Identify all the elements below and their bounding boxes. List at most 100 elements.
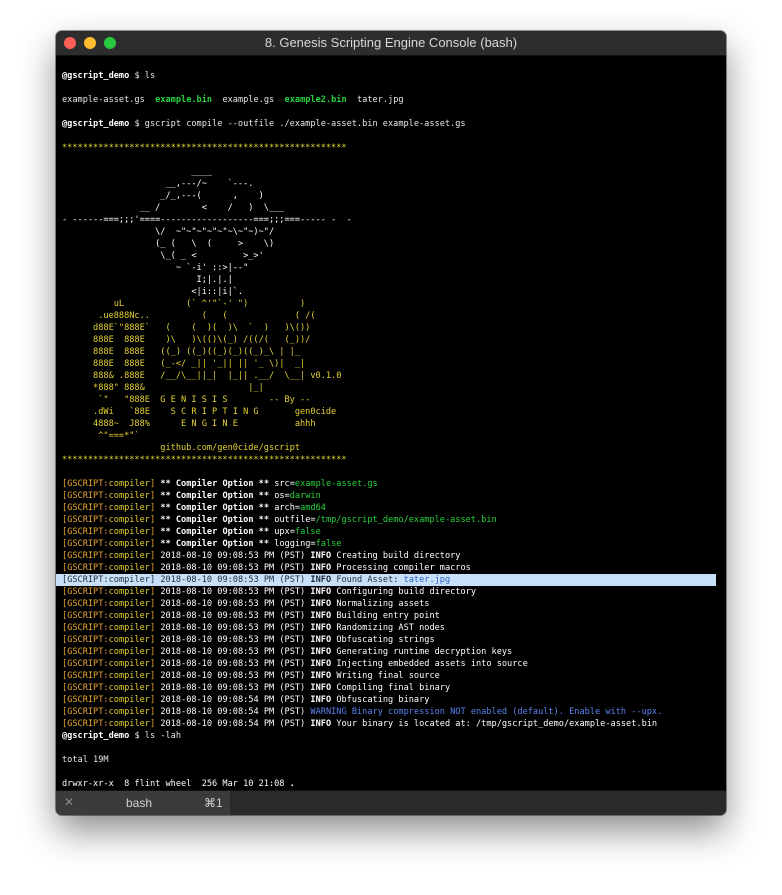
option-value: amd64	[300, 503, 326, 513]
file-meta: drwxr-xr-x 8 flint wheel 256 Mar 10 21:0…	[62, 779, 290, 789]
log-level: INFO	[310, 719, 332, 729]
log-subtag: compiler	[108, 623, 150, 633]
ascii-art-line: \_( _ < >_>'	[62, 251, 264, 261]
log-timestamp: 2018-08-10 09:08:54 PM (PST)	[160, 719, 306, 729]
log-line: [GSCRIPT:compiler] 2018-08-10 09:08:53 P…	[62, 635, 435, 645]
log-tag: GSCRIPT	[67, 599, 104, 609]
close-tab-icon[interactable]: ✕	[64, 795, 74, 809]
log-timestamp: 2018-08-10 09:08:53 PM (PST)	[160, 659, 306, 669]
log-tag: GSCRIPT	[67, 575, 104, 585]
log-level: INFO	[310, 695, 332, 705]
compiler-option-line: [GSCRIPT:compiler] ** Compiler Option **…	[62, 539, 342, 549]
compiler-option-line: [GSCRIPT:compiler] ** Compiler Option **…	[62, 479, 378, 489]
log-line: [GSCRIPT:compiler] 2018-08-10 09:08:53 P…	[62, 623, 445, 633]
option-key: upx=	[274, 527, 295, 537]
ascii-art-line: 888& .888E /__/\__||_| |_|| .__/ \__| v0…	[62, 371, 342, 381]
ascii-art-line: __,---/~ `---.	[62, 179, 254, 189]
ascii-art-line: github.com/gen0cide/gscript	[62, 443, 300, 453]
ascii-art-line: ~ `-i' ::>|--"	[62, 263, 249, 273]
log-tag: GSCRIPT	[67, 671, 104, 681]
log-subtag: compiler	[108, 647, 150, 657]
ascii-art-line: 4888~ J88% E N G I N E ahhh	[62, 419, 316, 429]
log-timestamp: 2018-08-10 09:08:53 PM (PST)	[160, 575, 306, 585]
option-key: arch=	[274, 503, 301, 513]
log-message: Your binary is located at: /tmp/gscript_…	[336, 719, 658, 729]
file-row: drwxr-xr-x 8 flint wheel 256 Mar 10 21:0…	[62, 778, 720, 790]
log-message: Obfuscating strings	[336, 635, 435, 645]
log-tag: GSCRIPT	[67, 563, 104, 573]
ascii-art-line: <|i::|i|`.	[62, 287, 244, 297]
log-subtag: compiler	[108, 707, 150, 717]
log-line: [GSCRIPT:compiler] 2018-08-10 09:08:54 P…	[62, 695, 430, 705]
compiler-option-line: [GSCRIPT:compiler] ** Compiler Option **…	[62, 491, 321, 501]
log-level: INFO	[310, 635, 332, 645]
log-message: Processing compiler macros	[336, 563, 471, 573]
log-message: Creating build directory	[336, 551, 461, 561]
ascii-art-line: `" "888E G E N I S I S -- By --	[62, 395, 311, 405]
log-message: Injecting embedded assets into source	[336, 659, 528, 669]
shell-prompt: @gscript_demo	[62, 119, 130, 129]
log-message: Obfuscating binary	[336, 695, 430, 705]
window-title: 8. Genesis Scripting Engine Console (bas…	[264, 35, 518, 50]
log-timestamp: 2018-08-10 09:08:53 PM (PST)	[160, 683, 306, 693]
ascii-art-line: 888E 888E ((_) ((_)((_)(_)((_)_\ | |_	[62, 347, 300, 357]
ascii-art-line: ____	[62, 167, 213, 177]
log-timestamp: 2018-08-10 09:08:54 PM (PST)	[160, 707, 306, 717]
tab-shortcut: ⌘1	[204, 796, 223, 810]
tab-bash[interactable]: ✕ bash ⌘1	[56, 791, 230, 815]
log-subtag: compiler	[108, 671, 150, 681]
log-timestamp: 2018-08-10 09:08:54 PM (PST)	[160, 695, 306, 705]
compiler-options: [GSCRIPT:compiler] ** Compiler Option **…	[62, 478, 720, 550]
option-value: false	[315, 539, 342, 549]
title-bar[interactable]: 8. Genesis Scripting Engine Console (bas…	[56, 31, 726, 56]
log-tag: GSCRIPT	[67, 491, 104, 501]
tab-bar: ✕ bash ⌘1	[56, 790, 726, 815]
log-line: [GSCRIPT:compiler] 2018-08-10 09:08:53 P…	[62, 683, 451, 693]
compiler-log: [GSCRIPT:compiler] 2018-08-10 09:08:53 P…	[56, 550, 720, 730]
log-subtag: compiler	[108, 695, 150, 705]
ascii-art-line: ^"===*"`	[62, 431, 140, 441]
log-level: INFO	[310, 551, 332, 561]
log-line: [GSCRIPT:compiler] 2018-08-10 09:08:53 P…	[62, 659, 528, 669]
command-text: ls -lah	[144, 731, 182, 741]
ascii-art-line: 888E 888E )\ )\(()\(_) /((/( (_))/	[62, 335, 311, 345]
log-tag: GSCRIPT	[67, 611, 104, 621]
terminal-window: 8. Genesis Scripting Engine Console (bas…	[56, 31, 726, 815]
option-key: outfile=	[274, 515, 316, 525]
log-timestamp: 2018-08-10 09:08:53 PM (PST)	[160, 623, 306, 633]
file-name: .	[289, 779, 295, 789]
log-tag: GSCRIPT	[67, 659, 104, 669]
terminal-line: example-asset.gs example.bin example.gs …	[62, 95, 404, 105]
log-tag: GSCRIPT	[67, 479, 104, 489]
log-tag: GSCRIPT	[67, 707, 104, 717]
log-level: INFO	[310, 599, 332, 609]
ascii-art-banner: ____ __,---/~ `---. _/_,---( , ) __ / < …	[62, 166, 720, 454]
ascii-art-line: _/_,---( , )	[62, 191, 264, 201]
log-tag: GSCRIPT	[67, 647, 104, 657]
log-line: [GSCRIPT:compiler] 2018-08-10 09:08:53 P…	[62, 587, 477, 597]
log-subtag: compiler	[108, 539, 150, 549]
log-line: [GSCRIPT:compiler] 2018-08-10 09:08:53 P…	[62, 647, 513, 657]
log-tag: GSCRIPT	[67, 539, 104, 549]
log-message: Building entry point	[336, 611, 440, 621]
log-timestamp: 2018-08-10 09:08:53 PM (PST)	[160, 587, 306, 597]
log-subtag: compiler	[108, 683, 150, 693]
ascii-art-line: .dWi `88E S C R I P T I N G gen0cide	[62, 407, 337, 417]
terminal-output[interactable]: @gscript_demo $ ls example-asset.gs exam…	[56, 56, 726, 791]
compiler-option-line: [GSCRIPT:compiler] ** Compiler Option **…	[62, 503, 326, 513]
log-message: Generating runtime decryption keys	[336, 647, 513, 657]
ascii-art-line: 888E 888E (_-</ _|| '_|| || '_ \)| _|	[62, 359, 306, 369]
shell-prompt: @gscript_demo	[62, 731, 130, 741]
log-level: WARNING	[310, 707, 347, 717]
terminal-line: @gscript_demo $ ls -lah	[62, 731, 182, 741]
command-text: ls	[144, 71, 156, 81]
log-timestamp: 2018-08-10 09:08:53 PM (PST)	[160, 611, 306, 621]
log-timestamp: 2018-08-10 09:08:53 PM (PST)	[160, 563, 306, 573]
log-tag: GSCRIPT	[67, 503, 104, 513]
ascii-art-line: .ue888Nc.. ( ( ( /(	[62, 311, 316, 321]
log-level: INFO	[310, 623, 332, 633]
log-tag: GSCRIPT	[67, 719, 104, 729]
log-tag: GSCRIPT	[67, 527, 104, 537]
ascii-art-line: (_ ( \ ( > \)	[62, 239, 275, 249]
log-subtag: compiler	[108, 551, 150, 561]
